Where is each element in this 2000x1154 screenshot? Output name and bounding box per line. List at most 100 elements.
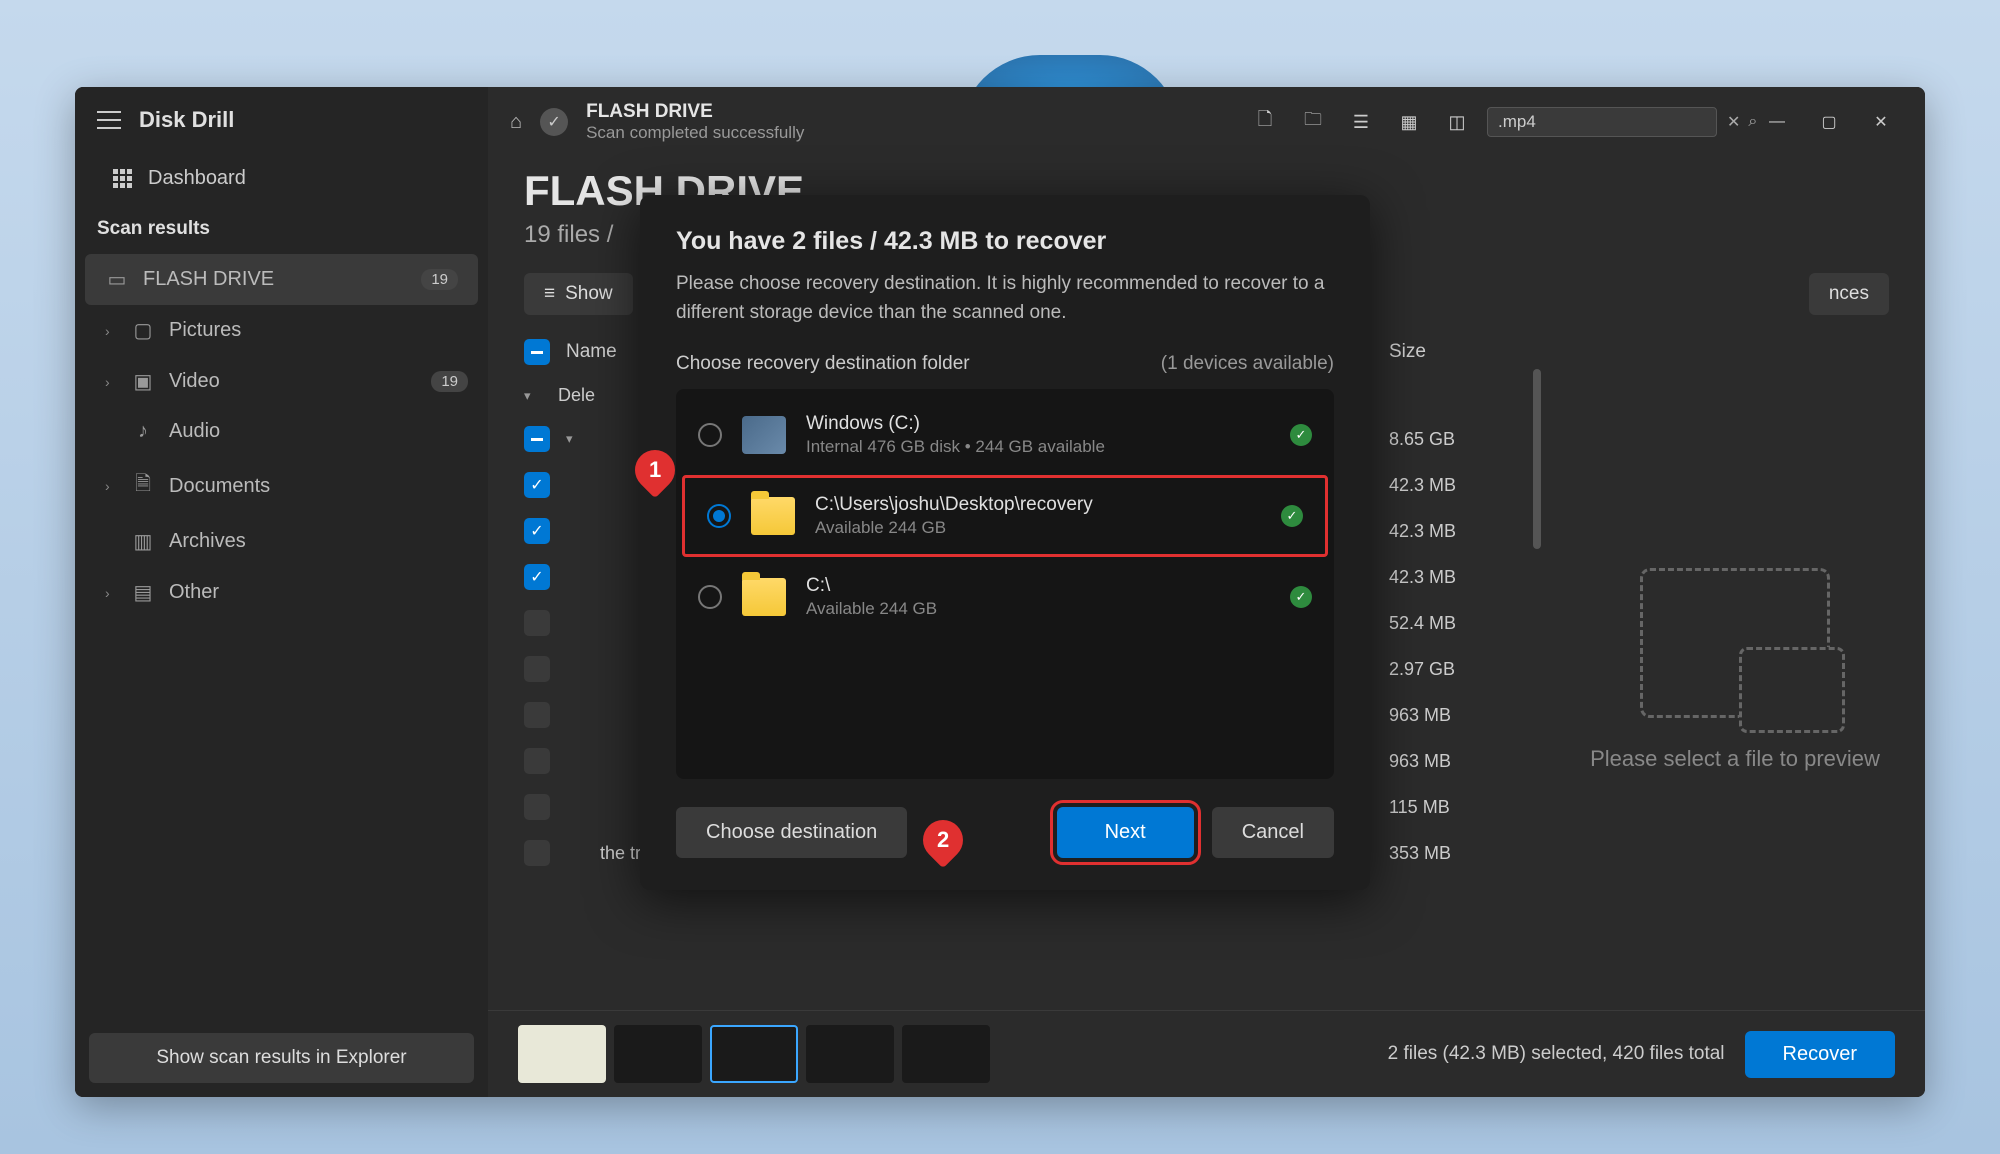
sidebar-item-archives[interactable]: ▥ Archives [75, 516, 488, 567]
cancel-button[interactable]: Cancel [1212, 807, 1334, 858]
dashboard-icon [113, 169, 132, 188]
badge: 19 [431, 371, 468, 392]
close-button[interactable]: ✕ [1859, 104, 1903, 140]
sidebar-item-pictures[interactable]: › ▢ Pictures [75, 305, 488, 356]
doc-icon: 🗎 [131, 469, 155, 503]
grid-icon[interactable]: ▦ [1391, 104, 1427, 140]
checkbox[interactable] [524, 794, 550, 820]
folder-icon [751, 497, 795, 535]
deleted-label: Dele [558, 385, 595, 406]
minimize-button[interactable]: — [1755, 104, 1799, 140]
show-filter-button[interactable]: ≡ Show [524, 273, 633, 315]
destination-sub: Internal 476 GB disk • 244 GB available [806, 437, 1270, 457]
destination-item-windows-c[interactable]: Windows (C:) Internal 476 GB disk • 244 … [676, 397, 1334, 473]
search-input[interactable] [1498, 112, 1719, 132]
thumbnails [518, 1025, 990, 1083]
chevron-down-icon[interactable]: ▾ [566, 431, 584, 447]
sidebar-item-video[interactable]: › ▣ Video 19 [75, 356, 488, 407]
checkbox[interactable] [524, 840, 550, 866]
disk-icon [742, 416, 786, 454]
thumbnail[interactable] [902, 1025, 990, 1083]
preview-placeholder-icon [1640, 568, 1830, 718]
section-title: Scan results [75, 204, 488, 254]
filter-icon: ≡ [544, 283, 555, 305]
checkbox[interactable]: ✓ [524, 518, 550, 544]
file-icon[interactable]: 🗋 [1247, 104, 1283, 140]
col-size[interactable]: Size [1389, 341, 1509, 363]
image-icon: ▢ [131, 318, 155, 343]
clear-icon[interactable]: ✕ [1727, 112, 1740, 132]
next-button[interactable]: Next [1057, 807, 1194, 858]
size-cell: 8.65 GB [1389, 429, 1509, 450]
chevron-down-icon[interactable]: ▾ [524, 388, 542, 404]
destination-name: Windows (C:) [806, 413, 1270, 435]
checkbox[interactable]: ✓ [524, 472, 550, 498]
checkbox[interactable] [524, 702, 550, 728]
sidebar-item-label: Other [169, 581, 219, 604]
drive-icon: ▭ [105, 267, 129, 292]
radio-button-selected[interactable] [707, 504, 731, 528]
app-title: Disk Drill [139, 107, 234, 133]
chevron-right-icon: › [105, 374, 117, 390]
video-icon: ▣ [131, 369, 155, 394]
sidebar-item-label: Pictures [169, 319, 241, 342]
size-cell: 2.97 GB [1389, 659, 1509, 680]
callout-number: 1 [649, 457, 661, 483]
maximize-button[interactable]: ▢ [1807, 104, 1851, 140]
folder-icon[interactable]: 🗀 [1295, 104, 1331, 140]
sidebar-item-audio[interactable]: ♪ Audio [75, 407, 488, 456]
radio-button[interactable] [698, 423, 722, 447]
callout-number: 2 [937, 827, 949, 853]
list-icon[interactable]: ☰ [1343, 104, 1379, 140]
checkbox[interactable] [524, 610, 550, 636]
status-check-icon: ✓ [540, 108, 568, 136]
sidebar-item-label: Archives [169, 530, 246, 553]
selection-status: 2 files (42.3 MB) selected, 420 files to… [1388, 1043, 1725, 1065]
thumbnail[interactable] [518, 1025, 606, 1083]
destination-name: C:\Users\joshu\Desktop\recovery [815, 494, 1261, 516]
checkbox[interactable] [524, 656, 550, 682]
recover-button[interactable]: Recover [1745, 1031, 1895, 1078]
sidebar-item-documents[interactable]: › 🗎 Documents [75, 456, 488, 516]
sidebar: Disk Drill Dashboard Scan results ▭ FLAS… [75, 87, 488, 1097]
devices-available: (1 devices available) [1161, 353, 1334, 375]
hamburger-icon[interactable] [97, 111, 121, 129]
thumbnail[interactable] [806, 1025, 894, 1083]
checkbox[interactable] [524, 426, 550, 452]
panel-icon[interactable]: ◫ [1439, 104, 1475, 140]
destination-name: C:\ [806, 575, 1270, 597]
size-cell: 353 MB [1389, 843, 1509, 864]
destination-item-recovery-folder[interactable]: C:\Users\joshu\Desktop\recovery Availabl… [682, 475, 1328, 557]
checkbox[interactable]: ✓ [524, 564, 550, 590]
audio-icon: ♪ [131, 420, 155, 443]
home-icon[interactable]: ⌂ [510, 111, 522, 134]
checkbox[interactable] [524, 748, 550, 774]
modal-description: Please choose recovery destination. It i… [676, 270, 1334, 327]
search-box[interactable]: ✕ ⌕ [1487, 107, 1717, 137]
destination-text: Windows (C:) Internal 476 GB disk • 244 … [806, 413, 1270, 457]
show-results-button[interactable]: Show scan results in Explorer [89, 1033, 474, 1083]
window-controls: — ▢ ✕ [1755, 104, 1903, 140]
sidebar-item-flash-drive[interactable]: ▭ FLASH DRIVE 19 [85, 254, 478, 305]
radio-button[interactable] [698, 585, 722, 609]
destination-item-c-root[interactable]: C:\ Available 244 GB ✓ [676, 559, 1334, 635]
destination-header: Choose recovery destination folder (1 de… [676, 353, 1334, 375]
sidebar-item-other[interactable]: › ▤ Other [75, 567, 488, 618]
thumbnail-selected[interactable] [710, 1025, 798, 1083]
check-icon: ✓ [1290, 424, 1312, 446]
toolbar-icons: 🗋 🗀 ☰ ▦ ◫ ✕ ⌕ [1247, 104, 1717, 140]
size-cell: 963 MB [1389, 751, 1509, 772]
choose-destination-button[interactable]: Choose destination [676, 807, 907, 858]
destination-text: C:\ Available 244 GB [806, 575, 1270, 619]
thumbnail[interactable] [614, 1025, 702, 1083]
preview-panel: Please select a file to preview [1545, 329, 1925, 1010]
show-label: Show [565, 283, 613, 305]
chances-button[interactable]: nces [1809, 273, 1889, 315]
check-icon: ✓ [1281, 505, 1303, 527]
destination-sub: Available 244 GB [815, 518, 1261, 538]
destination-text: C:\Users\joshu\Desktop\recovery Availabl… [815, 494, 1261, 538]
chevron-right-icon: › [105, 585, 117, 601]
scrollbar[interactable] [1533, 369, 1541, 549]
checkbox-all[interactable] [524, 339, 550, 365]
dashboard-link[interactable]: Dashboard [75, 153, 488, 204]
